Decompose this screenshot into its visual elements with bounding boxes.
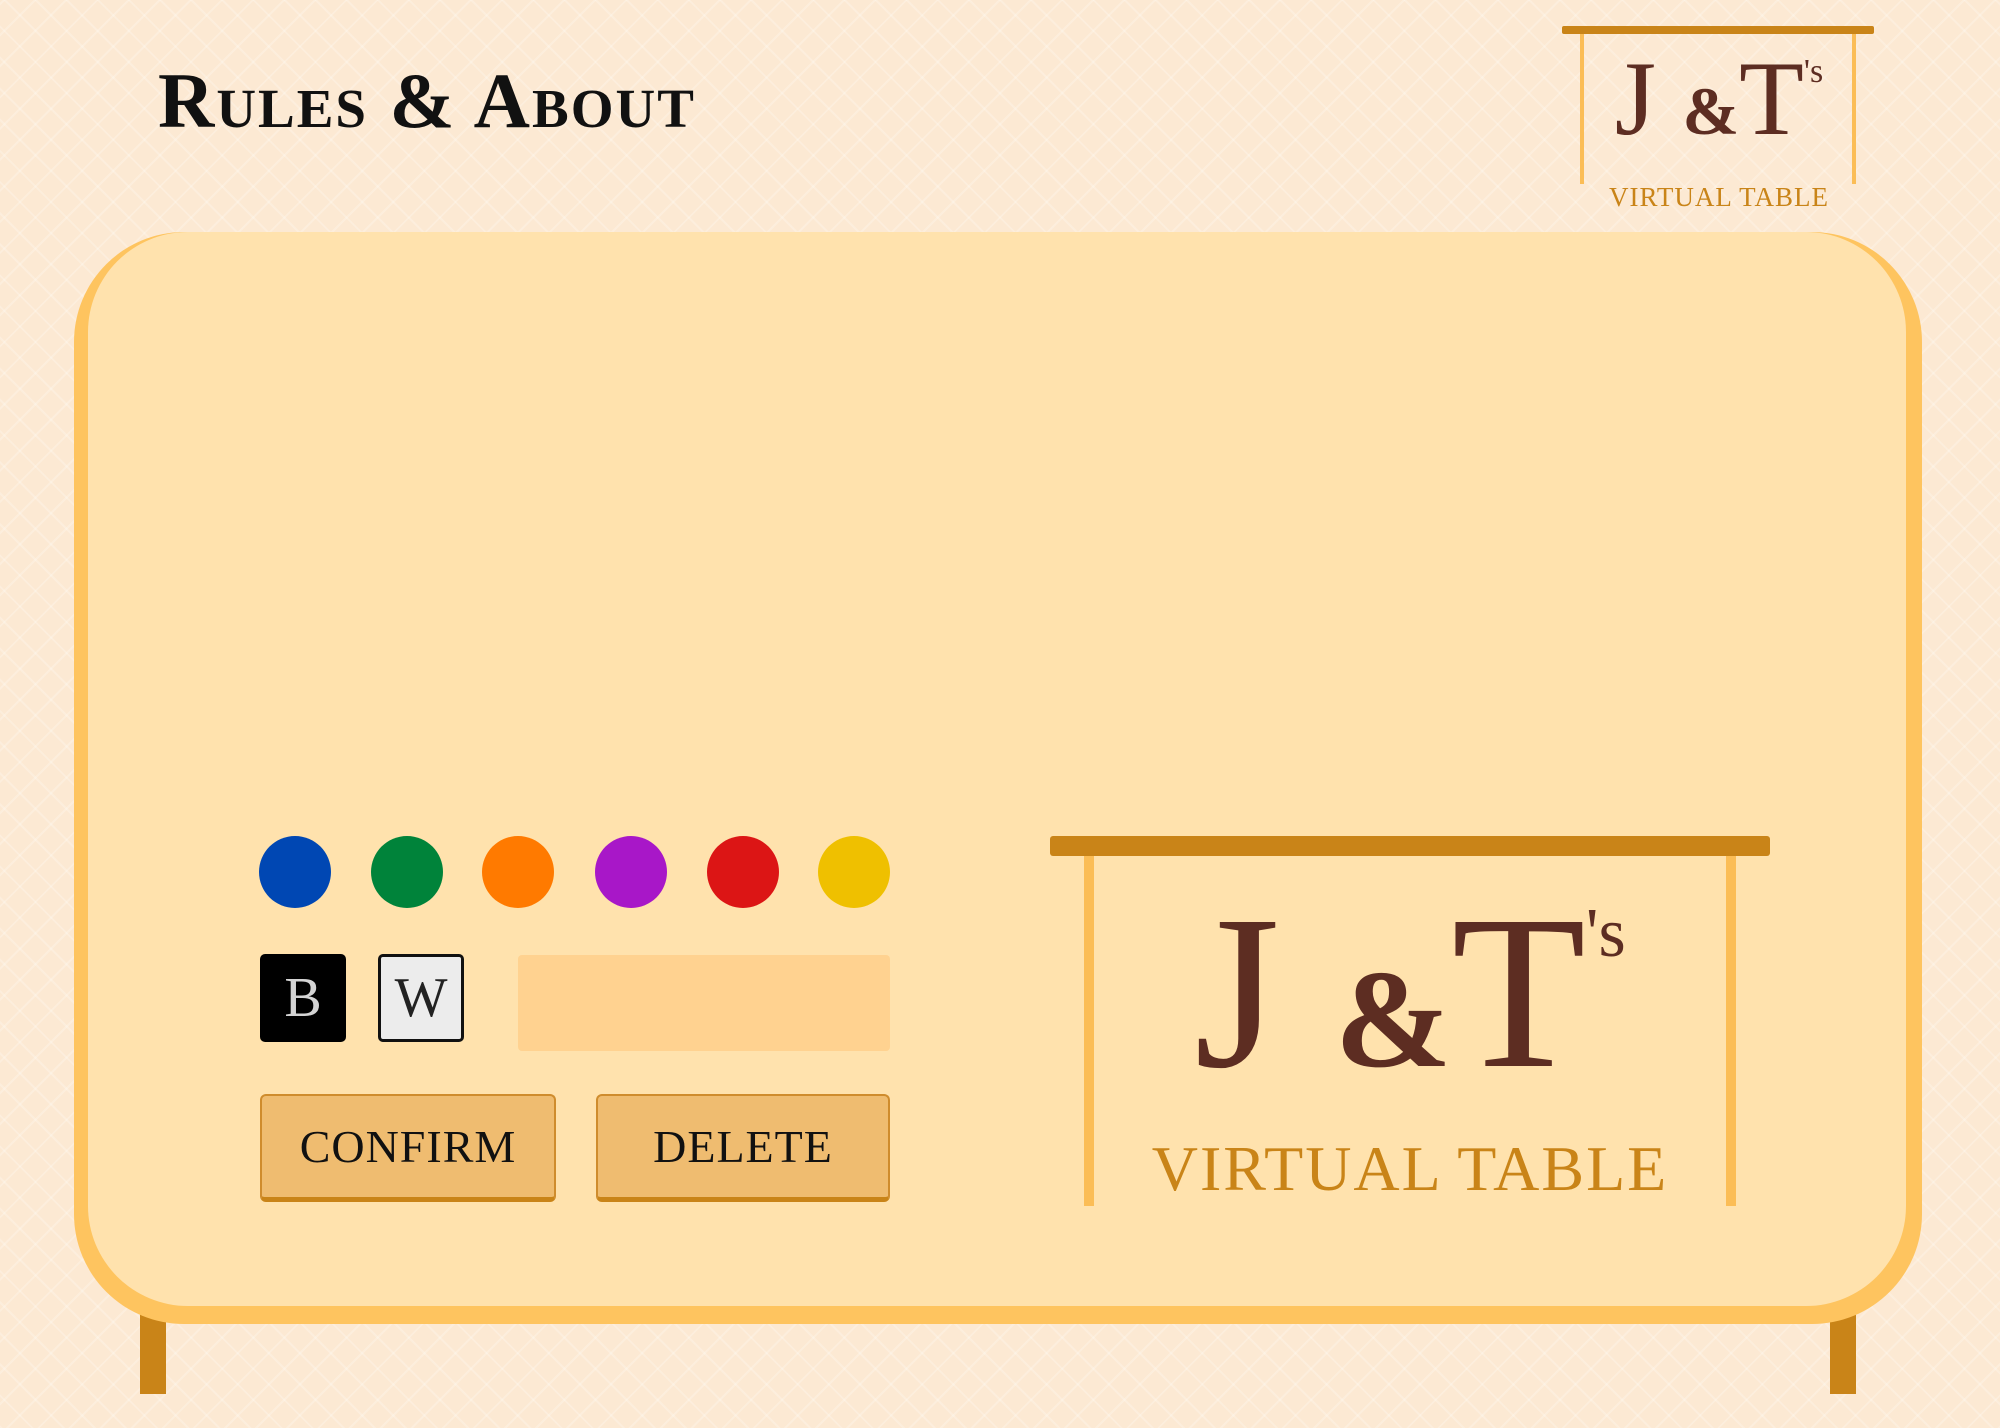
color-swatch-blue[interactable] bbox=[259, 836, 331, 908]
black-tile-button[interactable]: B bbox=[260, 954, 346, 1042]
logo-monogram: J &T's bbox=[1614, 40, 1824, 157]
color-swatch-yellow[interactable] bbox=[818, 836, 890, 908]
color-swatch-orange[interactable] bbox=[482, 836, 554, 908]
color-swatch-purple[interactable] bbox=[595, 836, 667, 908]
logo-subtitle: VIRTUAL TABLE bbox=[1609, 182, 1829, 212]
page-title: Rules & About bbox=[158, 57, 696, 144]
delete-button[interactable]: DELETE bbox=[596, 1094, 890, 1202]
color-swatch-red[interactable] bbox=[707, 836, 779, 908]
table-logo: J &T's VIRTUAL TABLE bbox=[1050, 836, 1770, 1208]
header-logo: J &T's VIRTUAL TABLE bbox=[1562, 26, 1876, 212]
white-tile-button[interactable]: W bbox=[378, 954, 464, 1042]
confirm-button[interactable]: CONFIRM bbox=[260, 1094, 556, 1202]
logo-table-top bbox=[1562, 26, 1874, 34]
logo-subtitle: VIRTUAL TABLE bbox=[1151, 1133, 1669, 1204]
logo-monogram: J &T's bbox=[1194, 870, 1626, 1114]
color-swatch-green[interactable] bbox=[371, 836, 443, 908]
logo-table-top bbox=[1050, 836, 1770, 856]
text-input[interactable] bbox=[518, 955, 890, 1051]
